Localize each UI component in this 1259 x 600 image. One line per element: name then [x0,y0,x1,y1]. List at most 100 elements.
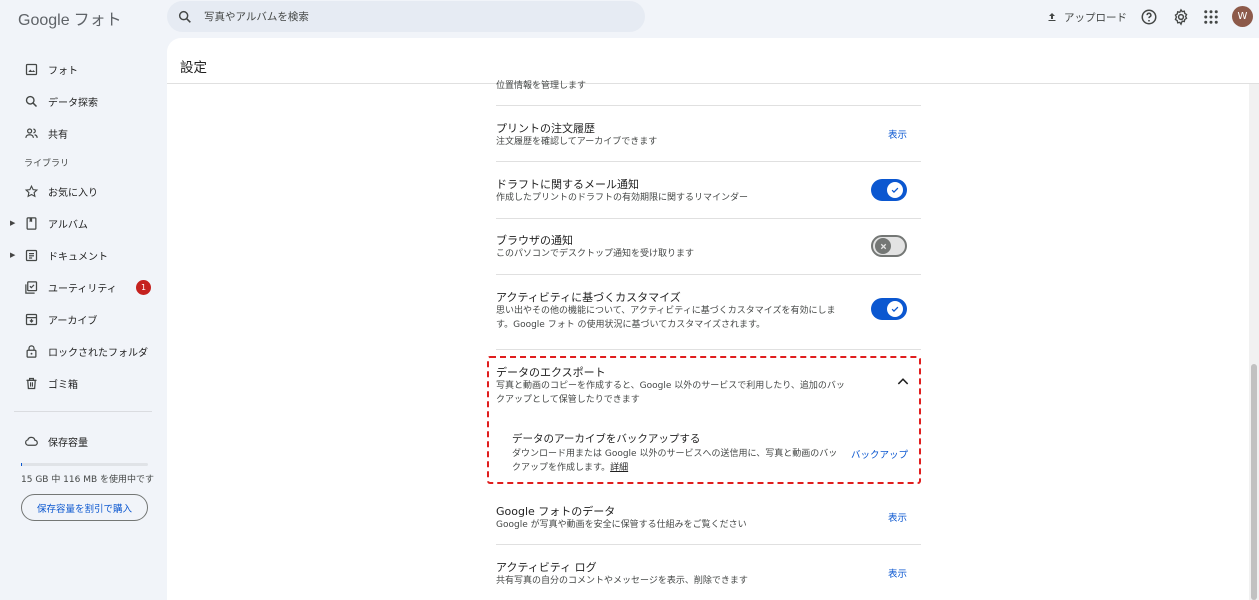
export-title[interactable]: データのエクスポート [496,364,606,380]
sidebar-item-utilities[interactable]: ユーティリティ 1 [0,274,160,300]
archive-backup-desc-text: ダウンロード用または Google 以外のサービスへの送信用に、写真と動画のバッ… [512,449,838,473]
backup-link[interactable]: バックアップ [851,447,908,461]
sidebar-item-label: お気に入り [48,187,98,199]
logo-product-text: フォト [73,12,122,29]
sidebar-item-label: ゴミ箱 [48,379,78,391]
account-avatar[interactable]: W [1232,6,1253,27]
page-title: 設定 [180,60,207,76]
browser-notify-title: ブラウザの通知 [496,234,573,247]
photo-icon [25,63,38,75]
export-desc: 写真と動画のコピーを作成すると、Google 以外のサービスで利用したり、追加の… [496,381,845,405]
activity-log-view-link[interactable]: 表示 [888,566,907,580]
sidebar-item-albums[interactable]: ▶ アルバム [0,210,160,236]
settings-panel: 設定 位置情報を管理します プリントの注文履歴 注文履歴を確認してアーカイブでき… [167,38,1259,600]
sidebar-item-locked-folder[interactable]: ロックされたフォルダ [0,338,160,364]
logo-google-text: Google [18,12,70,29]
activity-custom-toggle[interactable] [871,298,907,320]
activity-log-title: アクティビティ ログ [496,561,597,574]
row-divider [496,274,921,275]
google-photos-logo[interactable]: Google フォト [18,6,122,30]
search-icon [25,95,38,107]
library-section-label: ライブラリ [24,159,70,169]
sidebar-item-documents[interactable]: ▶ ドキュメント [0,242,160,268]
sidebar-item-favorites[interactable]: お気に入り [0,178,160,204]
scrollbar[interactable] [1249,84,1259,600]
sidebar-item-label: 保存容量 [48,437,88,449]
draft-email-title: ドラフトに関するメール通知 [496,178,639,191]
sidebar-item-label: 共有 [48,129,68,141]
print-orders-title: プリントの注文履歴 [496,122,595,135]
sidebar-item-explore[interactable]: データ探索 [0,88,160,114]
row-divider [496,218,921,219]
toggle-knob [875,238,891,254]
trash-icon [26,377,37,389]
checkmark-icon [891,187,899,193]
sidebar-item-label: ドキュメント [48,251,108,263]
buy-storage-button[interactable]: 保存容量を割引で購入 [21,494,148,521]
apps-grid-icon[interactable] [1202,8,1220,26]
scrollbar-thumb[interactable] [1251,364,1257,600]
activity-custom-desc: 思い出やその他の機能について、アクティビティに基づくカスタマイズを有効にします。… [496,306,836,330]
utilities-icon [25,280,38,294]
notification-badge: 1 [136,279,151,295]
storage-usage-fill [21,463,22,466]
row-divider [496,161,921,162]
search-bar[interactable]: 写真やアルバムを検索 [167,1,645,32]
help-icon[interactable] [1140,8,1158,26]
sidebar-item-trash[interactable]: ゴミ箱 [0,370,160,396]
expand-caret-icon[interactable]: ▶ [10,251,15,259]
cloud-icon [25,436,38,446]
toggle-knob [887,182,903,198]
storage-usage-bar [21,463,148,466]
print-orders-view-link[interactable]: 表示 [888,127,907,141]
sidebar-item-label: アルバム [48,219,88,231]
expand-caret-icon[interactable]: ▶ [10,219,15,227]
activity-custom-title: アクティビティに基づくカスタマイズ [496,291,681,304]
title-divider [167,83,1259,84]
album-icon [26,216,37,230]
row-divider [496,544,921,545]
search-icon[interactable] [177,9,193,25]
top-bar: Google フォト 写真やアルバムを検索 アップロード W [0,0,1259,38]
upload-label: アップロード [1064,11,1127,24]
upload-button[interactable]: アップロード [1046,9,1127,25]
toggle-knob [887,301,903,317]
sidebar-divider [14,411,152,412]
chevron-up-icon[interactable] [896,376,910,386]
sidebar-item-label: ロックされたフォルダ [48,347,148,359]
archive-backup-desc: ダウンロード用または Google 以外のサービスへの送信用に、写真と動画のバッ… [512,447,842,475]
lock-icon [26,344,37,358]
sidebar-item-sharing[interactable]: 共有 [0,120,160,146]
archive-backup-title: データのアーカイブをバックアップする [512,433,701,445]
sidebar-item-label: アーカイブ [48,315,98,327]
people-icon [25,127,38,138]
draft-email-desc: 作成したプリントのドラフトの有効期限に関するリマインダー [496,193,749,203]
upload-icon [1048,13,1056,21]
row-divider [496,349,921,350]
browser-notify-desc: このパソコンでデスクトップ通知を受け取ります [496,249,695,259]
document-icon [25,249,38,261]
photos-data-view-link[interactable]: 表示 [888,510,907,524]
photos-data-desc: Google が写真や動画を安全に保管する仕組みをご覧ください [496,520,747,530]
sidebar-item-archive[interactable]: アーカイブ [0,306,160,332]
search-input[interactable]: 写真やアルバムを検索 [204,9,309,24]
archive-icon [25,313,38,325]
star-icon [24,184,39,197]
draft-email-toggle[interactable] [871,179,907,201]
browser-notify-toggle[interactable] [871,235,907,257]
location-setting-desc: 位置情報を管理します [496,81,587,91]
print-orders-desc: 注文履歴を確認してアーカイブできます [496,137,658,147]
settings-gear-icon[interactable] [1172,8,1190,26]
sidebar-item-storage[interactable]: 保存容量 [0,428,160,454]
storage-usage-text: 15 GB 中 116 MB を使用中です [21,475,155,485]
checkmark-icon [891,306,899,312]
sidebar-item-photos[interactable]: フォト [0,56,160,82]
close-icon [880,243,886,249]
archive-backup-details-link[interactable]: 詳細 [610,463,628,473]
sidebar-item-label: データ探索 [48,97,98,109]
sidebar-item-label: フォト [48,65,78,77]
activity-log-desc: 共有写真の自分のコメントやメッセージを表示、削除できます [496,576,748,586]
row-divider [496,105,921,106]
photos-data-title: Google フォトのデータ [496,505,616,518]
sidebar-item-label: ユーティリティ [48,283,117,295]
